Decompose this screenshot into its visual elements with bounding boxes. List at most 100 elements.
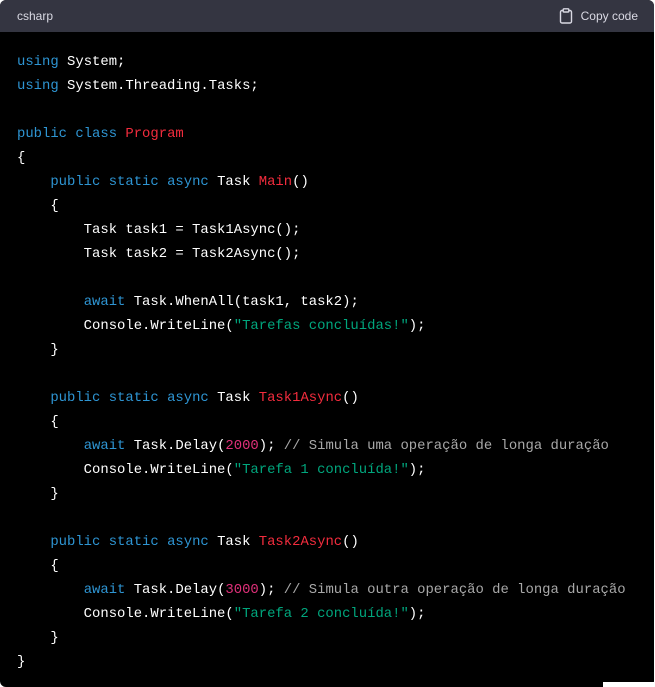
comment-token: // Simula outra operação de longa duraçã… — [283, 582, 626, 598]
code-line: { — [17, 194, 626, 218]
text-token: Console.WriteLine( — [17, 318, 234, 334]
clipboard-icon — [559, 8, 573, 24]
code-line: } — [17, 626, 626, 650]
text-token: () — [292, 174, 309, 190]
keyword-token: async — [167, 174, 209, 190]
keyword-token: await — [83, 582, 126, 598]
code-line: { — [17, 146, 626, 170]
text-token: { — [17, 414, 59, 430]
comment-token: // Simula uma operação de longa duração — [283, 438, 609, 454]
text-token: { — [17, 150, 26, 166]
text-token: () — [342, 390, 359, 406]
keyword-token: using — [17, 54, 59, 70]
code-line: public static async Task Task2Async() — [17, 530, 626, 554]
name-token: Task2Async — [258, 534, 343, 550]
code-line: Console.WriteLine("Tarefa 2 concluída!")… — [17, 602, 626, 626]
code-line: await Task.Delay(2000); // Simula uma op… — [17, 434, 626, 458]
text-token: Task — [208, 174, 259, 190]
keyword-token: static — [108, 174, 159, 190]
text-token: Task task1 = Task1Async(); — [17, 222, 301, 238]
text-token: { — [17, 198, 59, 214]
code-line: } — [17, 650, 626, 674]
page-background-corner — [603, 682, 655, 687]
keyword-token: public — [50, 174, 101, 190]
code-line: public static async Task Main() — [17, 170, 626, 194]
text-token: Task — [208, 390, 259, 406]
number-token: 3000 — [225, 582, 259, 598]
number-token: 2000 — [225, 438, 259, 454]
text-token: Task — [208, 534, 259, 550]
text-token: System; — [58, 54, 126, 70]
text-token: } — [17, 654, 26, 670]
text-token: ); — [408, 318, 426, 334]
code-block-header: csharp Copy code — [0, 0, 654, 32]
keyword-token: public — [50, 390, 101, 406]
code-line: using System; — [17, 50, 626, 74]
code-block: csharp Copy code using System; using Syst… — [0, 0, 654, 687]
text-token: } — [17, 630, 59, 646]
code-line: } — [17, 338, 626, 362]
keyword-token: await — [83, 438, 126, 454]
keyword-token: using — [17, 78, 59, 94]
copy-code-button[interactable]: Copy code — [559, 8, 638, 24]
code-line: await Task.WhenAll(task1, task2); — [17, 290, 626, 314]
keyword-token: async — [167, 534, 209, 550]
text-token: { — [17, 558, 59, 574]
keyword-token: class — [75, 126, 118, 142]
keyword-token: await — [83, 294, 126, 310]
code-line: public static async Task Task1Async() — [17, 386, 626, 410]
text-token: Task.WhenAll(task1, task2); — [125, 294, 359, 310]
string-token: "Tarefas concluídas!" — [233, 318, 409, 334]
text-token: ); — [408, 462, 426, 478]
name-token: Main — [258, 174, 293, 190]
string-token: "Tarefa 1 concluída!" — [233, 462, 409, 478]
text-token: System.Threading.Tasks; — [58, 78, 259, 94]
copy-code-label: Copy code — [580, 9, 638, 23]
code-line: Console.WriteLine("Tarefas concluídas!")… — [17, 314, 626, 338]
text-token: Task.Delay( — [125, 438, 226, 454]
keyword-token: static — [108, 534, 159, 550]
code-line: public class Program — [17, 122, 626, 146]
text-token: } — [17, 342, 59, 358]
keyword-token: public — [17, 126, 68, 142]
code-line: { — [17, 554, 626, 578]
text-token: ); — [408, 606, 426, 622]
text-token: Task.Delay( — [125, 582, 226, 598]
code-line: { — [17, 410, 626, 434]
code-line: Console.WriteLine("Tarefa 1 concluída!")… — [17, 458, 626, 482]
text-token: ); — [258, 582, 284, 598]
code-line: await Task.Delay(3000); // Simula outra … — [17, 578, 626, 602]
text-token: Console.WriteLine( — [17, 606, 234, 622]
text-token: () — [342, 534, 359, 550]
code-line: Task task1 = Task1Async(); — [17, 218, 626, 242]
language-label: csharp — [17, 9, 54, 23]
code-line: using System.Threading.Tasks; — [17, 74, 626, 98]
string-token: "Tarefa 2 concluída!" — [233, 606, 409, 622]
keyword-token: static — [108, 390, 159, 406]
name-token: Program — [125, 126, 184, 142]
keyword-token: async — [167, 390, 209, 406]
text-token: } — [17, 486, 59, 502]
text-token: ); — [258, 438, 284, 454]
keyword-token: public — [50, 534, 101, 550]
name-token: Task1Async — [258, 390, 343, 406]
code-line: Task task2 = Task2Async(); — [17, 242, 626, 266]
text-token: Console.WriteLine( — [17, 462, 234, 478]
code-content[interactable]: using System; using System.Threading.Task… — [17, 50, 626, 674]
